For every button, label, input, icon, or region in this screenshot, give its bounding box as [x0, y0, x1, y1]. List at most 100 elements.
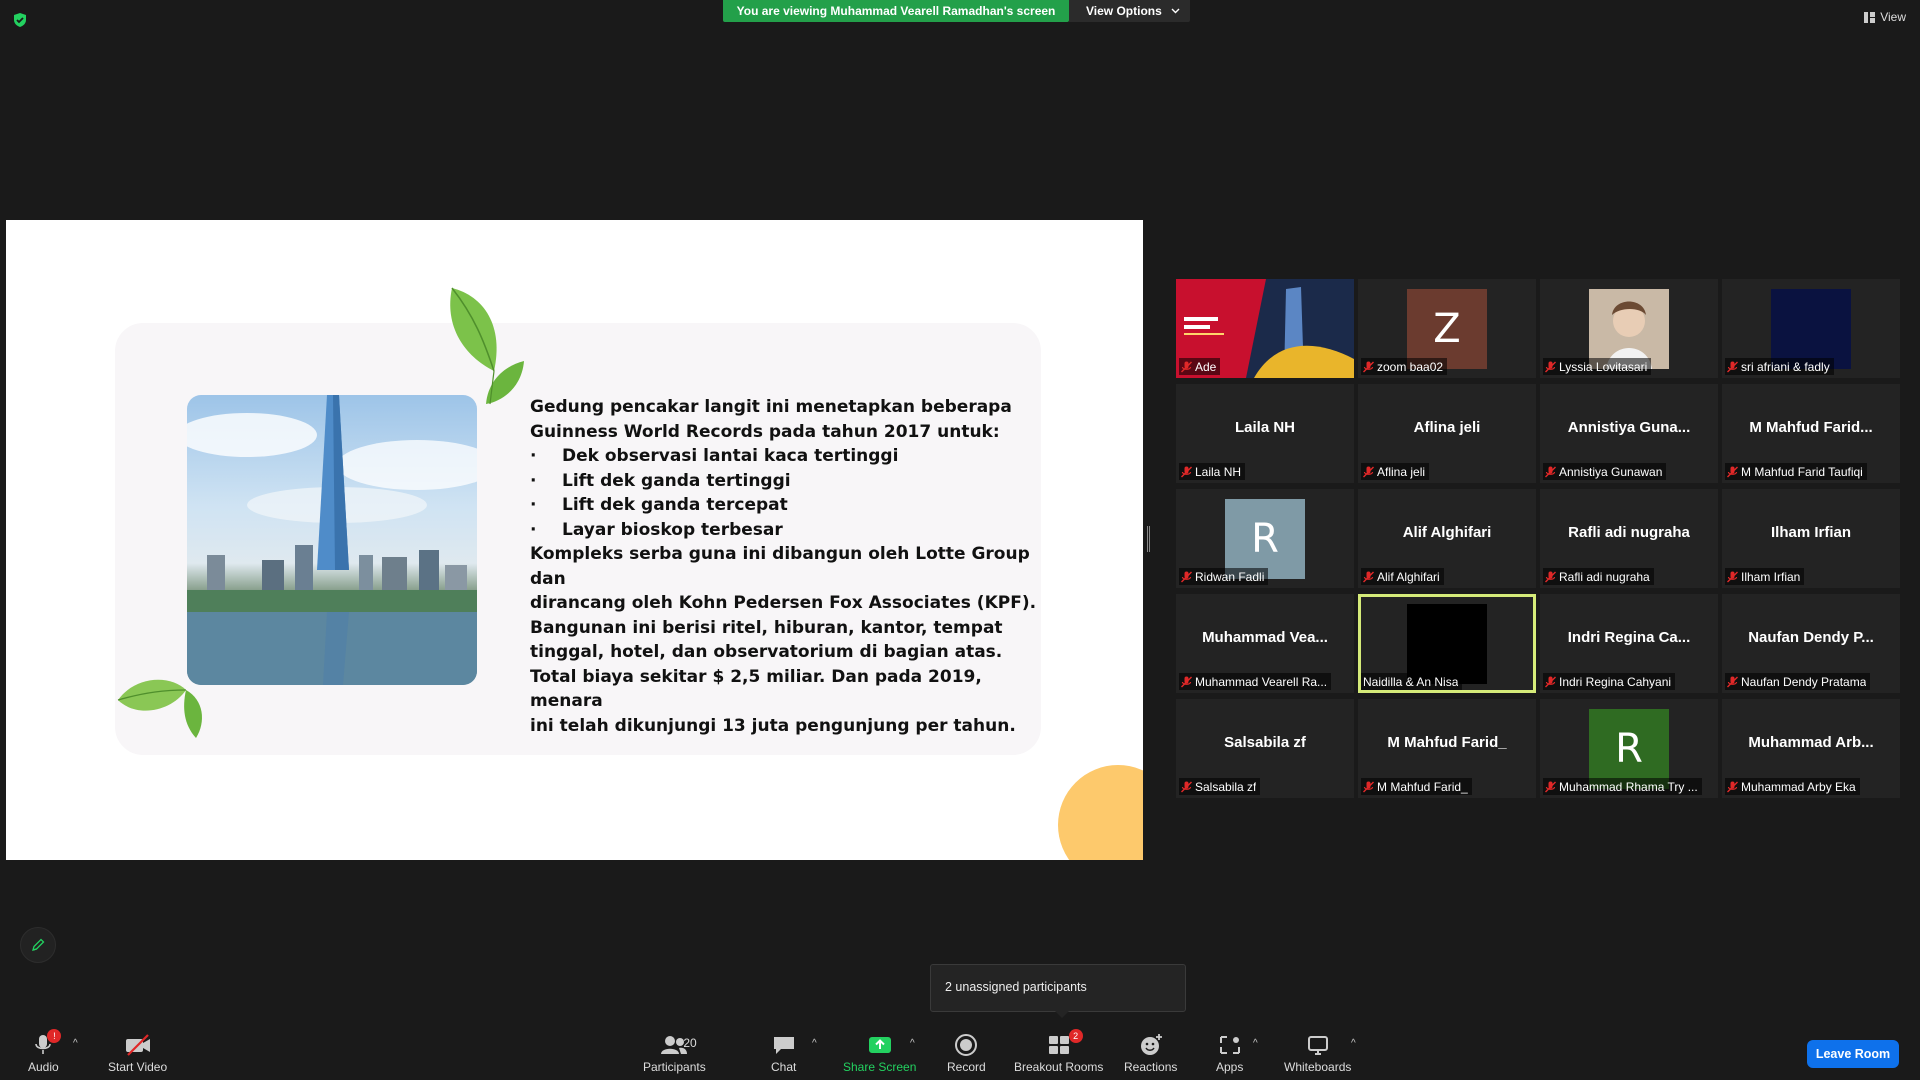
leaf-decoration-icon: [117, 679, 202, 738]
participant-display-name: Salsabila zf: [1224, 734, 1306, 751]
skyline-illustration: [187, 395, 477, 685]
slide-bullet-text: Lift dek ganda tertinggi: [562, 470, 791, 491]
participant-name: Ridwan Fadli: [1195, 569, 1265, 584]
participant-name: Muhammad Arby Eka: [1741, 779, 1856, 794]
participant-name-label: Salsabila zf: [1179, 778, 1261, 795]
participant-name-label: sri afriani & fadly: [1725, 358, 1834, 375]
start-video-button[interactable]: Start Video: [108, 1032, 167, 1074]
share-screen-icon: [868, 1037, 891, 1053]
participant-tile[interactable]: M Mahfud Farid_ M Mahfud Farid_: [1358, 699, 1536, 798]
mic-muted-icon: [1727, 361, 1738, 372]
participant-tile[interactable]: Ade: [1176, 279, 1354, 378]
participant-name-label: Annistiya Gunawan: [1543, 463, 1667, 480]
slide-text-line: tinggal, hotel, dan observatorium di bag…: [530, 642, 1003, 662]
participant-name: zoom baa02: [1377, 359, 1444, 374]
participant-tile[interactable]: Alif Alghifari Alif Alghifari: [1358, 489, 1536, 588]
participant-name: Muhammad Rhama Try ...: [1559, 779, 1698, 794]
view-button[interactable]: View: [1864, 10, 1906, 24]
chat-bubble-icon: [773, 1037, 794, 1054]
shared-screen-slide: Gedung pencakar langit ini menetapkan be…: [6, 220, 1143, 860]
participants-button[interactable]: 20 Participants: [643, 1032, 706, 1074]
participant-tile[interactable]: Indri Regina Ca... Indri Regina Cahyani: [1540, 594, 1718, 693]
whiteboards-label: Whiteboards: [1284, 1060, 1352, 1074]
screen-share-banner: You are viewing Muhammad Vearell Ramadha…: [723, 0, 1069, 22]
participant-tile[interactable]: Naufan Dendy P... Naufan Dendy Pratama: [1722, 594, 1900, 693]
mic-muted-icon: [1727, 676, 1738, 687]
participant-name: M Mahfud Farid_: [1377, 779, 1468, 794]
participant-tile[interactable]: Rafli adi nugraha Rafli adi nugraha: [1540, 489, 1718, 588]
audio-label: Audio: [28, 1060, 59, 1074]
chat-button[interactable]: Chat: [771, 1032, 796, 1074]
participant-tile[interactable]: R Muhammad Rhama Try ...: [1540, 699, 1718, 798]
reaction-smiley-icon: [1140, 1034, 1162, 1055]
mic-muted-icon: [1181, 361, 1192, 372]
participant-name-label: Muhammad Vearell Ra...: [1179, 673, 1332, 690]
participant-tile[interactable]: R Ridwan Fadli: [1176, 489, 1354, 588]
participant-display-name: Aflina jeli: [1413, 419, 1481, 436]
apps-icon: [1219, 1036, 1240, 1054]
mic-muted-icon: [1363, 781, 1374, 792]
participant-name: Alif Alghifari: [1377, 569, 1440, 584]
reactions-label: Reactions: [1124, 1060, 1178, 1074]
slide-text-line: Bangunan ini berisi ritel, hiburan, kant…: [530, 617, 1003, 638]
unassigned-participants-tooltip: 2 unassigned participants: [930, 964, 1186, 1018]
annotate-button[interactable]: [20, 927, 56, 963]
share-screen-button[interactable]: Share Screen: [843, 1032, 916, 1074]
mic-muted-icon: [1727, 466, 1738, 477]
participant-tile[interactable]: M Mahfud Farid... M Mahfud Farid Taufiqi: [1722, 384, 1900, 483]
participant-avatar: [1771, 289, 1851, 369]
participant-gallery: Ade Z zoom baa02 Lyssia Lovitasari sri a…: [1176, 279, 1900, 798]
apps-button[interactable]: Apps: [1216, 1032, 1243, 1074]
bullet-dot: ·: [530, 495, 537, 515]
participant-tile[interactable]: Ilham Irfian Ilham Irfian: [1722, 489, 1900, 588]
participant-display-name: Laila NH: [1234, 419, 1295, 436]
mic-muted-icon: [1727, 571, 1738, 582]
participant-name: Naidilla & An Nisa: [1363, 674, 1459, 689]
resize-splitter-handle[interactable]: [1147, 526, 1150, 552]
participant-tile[interactable]: sri afriani & fadly: [1722, 279, 1900, 378]
participant-tile[interactable]: Z zoom baa02: [1358, 279, 1536, 378]
apps-options-caret-icon[interactable]: ^: [1253, 1038, 1263, 1049]
view-label: View: [1880, 10, 1906, 24]
chat-options-caret-icon[interactable]: ^: [812, 1038, 822, 1049]
slide-text-line: dirancang oleh Kohn Pedersen Fox Associa…: [530, 593, 1037, 613]
mic-muted-icon: [1545, 571, 1556, 582]
participant-name: Aflina jeli: [1377, 464, 1426, 479]
participant-tile[interactable]: Salsabila zf Salsabila zf: [1176, 699, 1354, 798]
slide-bullet-item: · Lift dek ganda tertinggi: [530, 469, 1050, 494]
slide-text-line: Guinness World Records pada tahun 2017 u…: [530, 421, 1000, 442]
participant-tile[interactable]: Muhammad Arb... Muhammad Arby Eka: [1722, 699, 1900, 798]
reactions-button[interactable]: Reactions: [1124, 1032, 1177, 1074]
chat-label: Chat: [771, 1060, 797, 1074]
whiteboard-icon: [1307, 1036, 1328, 1055]
participant-name: Naufan Dendy Pratama: [1741, 674, 1867, 689]
mic-muted-icon: [1363, 361, 1374, 372]
participant-avatar: R: [1589, 709, 1669, 789]
whiteboards-button[interactable]: Whiteboards: [1284, 1032, 1351, 1074]
grid-view-icon: [1864, 11, 1876, 23]
audio-button[interactable]: ! Audio: [28, 1029, 62, 1074]
zoom-meeting-window: You are viewing Muhammad Vearell Ramadha…: [0, 0, 1920, 1080]
tooltip-text: 2 unassigned participants: [945, 980, 1087, 994]
whiteboards-options-caret-icon[interactable]: ^: [1351, 1038, 1361, 1049]
participant-tile[interactable]: Laila NH Laila NH: [1176, 384, 1354, 483]
participant-name-label: M Mahfud Farid Taufiqi: [1725, 463, 1867, 480]
breakout-rooms-button[interactable]: 2 Breakout Rooms: [1014, 1029, 1103, 1074]
participant-tile[interactable]: Muhammad Vea... Muhammad Vearell Ra...: [1176, 594, 1354, 693]
participant-avatar: Z: [1407, 289, 1487, 369]
participant-display-name: Alif Alghifari: [1402, 524, 1492, 541]
participant-tile[interactable]: Lyssia Lovitasari: [1540, 279, 1718, 378]
leave-room-button[interactable]: Leave Room: [1807, 1040, 1899, 1068]
mic-muted-icon: [1181, 781, 1192, 792]
participant-tile-active-speaker[interactable]: Naidilla & An Nisa: [1358, 594, 1536, 693]
slide-text-block: Gedung pencakar langit ini menetapkan be…: [530, 395, 1050, 738]
view-options-button[interactable]: View Options: [1069, 0, 1190, 22]
security-shield-icon[interactable]: [12, 12, 28, 28]
participant-display-name: Indri Regina Ca...: [1567, 629, 1691, 646]
participant-tile[interactable]: Annistiya Guna... Annistiya Gunawan: [1540, 384, 1718, 483]
audio-options-caret-icon[interactable]: ^: [73, 1038, 83, 1049]
record-button[interactable]: Record: [947, 1032, 986, 1074]
share-screen-options-caret-icon[interactable]: ^: [910, 1038, 920, 1049]
slide-bullet-text: Lift dek ganda tercepat: [562, 495, 788, 515]
participant-tile[interactable]: Aflina jeli Aflina jeli: [1358, 384, 1536, 483]
